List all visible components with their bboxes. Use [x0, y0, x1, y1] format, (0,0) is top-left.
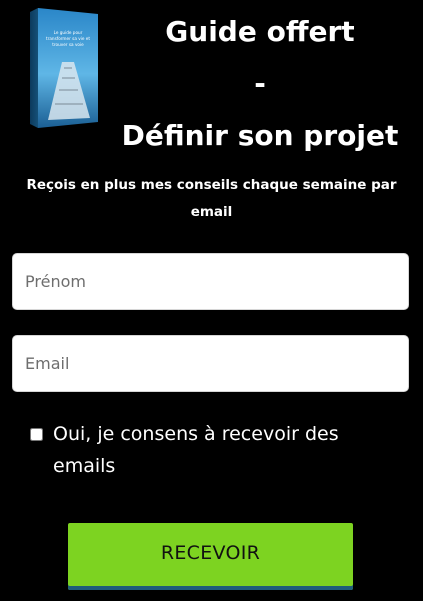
email-input[interactable]	[12, 335, 409, 392]
subtitle: Reçois en plus mes conseils chaque semai…	[26, 177, 397, 220]
consent-checkbox[interactable]	[30, 428, 43, 441]
svg-text:transformer sa vie et: transformer sa vie et	[46, 36, 90, 41]
title-separator: -	[254, 67, 266, 100]
title-line-1: Guide offert	[165, 15, 355, 48]
submit-button[interactable]: RECEVOIR	[68, 523, 353, 590]
ebook-cover-icon: Le guide pour transformer sa vie et trou…	[26, 6, 102, 130]
page-title: Guide offert - Définir son projet	[110, 6, 410, 162]
consent-row: Oui, je consens à recevoir des emails	[30, 418, 400, 482]
firstname-input[interactable]	[12, 253, 409, 310]
consent-label[interactable]: Oui, je consens à recevoir des emails	[53, 418, 400, 482]
svg-text:Le guide pour: Le guide pour	[54, 30, 83, 35]
title-line-3: Définir son projet	[121, 119, 399, 152]
svg-text:trouver sa voie: trouver sa voie	[52, 42, 84, 47]
